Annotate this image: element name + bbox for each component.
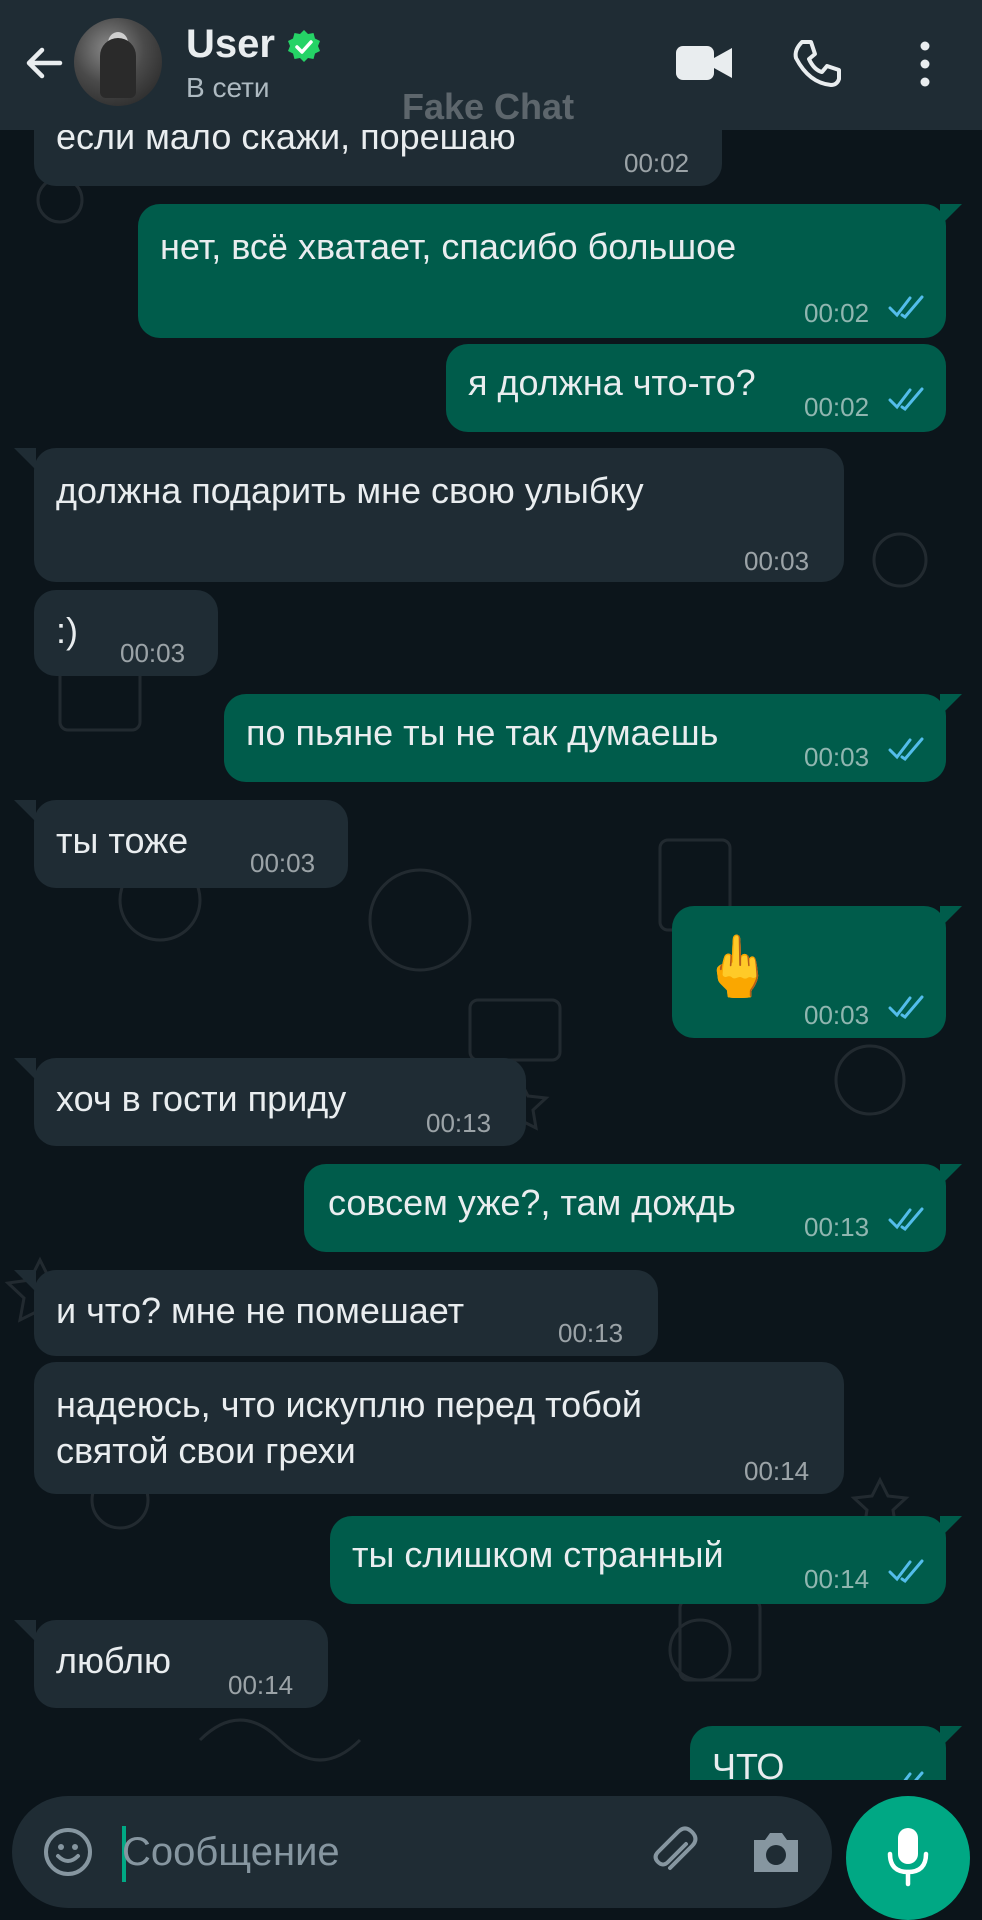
emoji-icon[interactable]	[42, 1826, 94, 1878]
video-call-icon[interactable]	[674, 38, 734, 88]
message-text: я должна что-то?	[468, 362, 756, 403]
message-time: 00:03	[120, 638, 186, 668]
message-text: люблю	[56, 1640, 172, 1681]
message-incoming[interactable]: должна подарить мне свою улыбку 00:03	[34, 448, 844, 582]
message-incoming[interactable]: люблю 00:14	[34, 1620, 328, 1708]
message-text: 🖕	[700, 933, 775, 1000]
message-text: должна подарить мне свою улыбку	[56, 470, 644, 511]
message-text: хоч в гости приду	[56, 1078, 347, 1119]
verified-badge-icon	[288, 30, 320, 62]
arrow-back-icon[interactable]	[18, 38, 68, 88]
message-time: 00:03	[804, 1000, 870, 1030]
message-time: 00:14	[228, 1670, 294, 1700]
message-outgoing[interactable]: нет, всё хватает, спасибо большое 00:02	[138, 204, 946, 338]
bubble-tail	[14, 1058, 36, 1080]
watermark: Fake Chat	[402, 86, 575, 127]
message-input[interactable]: Сообщение	[122, 1830, 340, 1875]
message-incoming[interactable]: надеюсь, что искуплю перед тобой святой …	[34, 1362, 844, 1494]
read-ticks-icon	[888, 737, 924, 761]
message-text: совсем уже?, там дождь	[328, 1182, 736, 1223]
message-composer[interactable]: Сообщение	[12, 1796, 832, 1908]
message-time: 00:02	[624, 148, 690, 178]
bubble-tail	[14, 800, 36, 822]
bubble-tail	[940, 1164, 962, 1186]
bubble-tail	[14, 448, 36, 470]
bubble-tail	[940, 906, 962, 928]
message-time: 00:14	[744, 1456, 810, 1486]
more-vert-icon[interactable]	[910, 38, 940, 90]
microphone-icon	[887, 1828, 929, 1887]
avatar[interactable]	[74, 18, 162, 106]
message-incoming[interactable]: :) 00:03	[34, 590, 218, 676]
message-time: 00:13	[558, 1318, 624, 1348]
bubble-tail	[940, 1726, 962, 1748]
message-time: 00:02	[804, 392, 870, 422]
message-time: 00:02	[804, 298, 870, 328]
read-ticks-icon	[888, 995, 924, 1019]
message-time: 00:03	[744, 546, 810, 576]
message-outgoing[interactable]: я должна что-то? 00:02	[446, 344, 946, 432]
paperclip-icon[interactable]	[648, 1824, 704, 1880]
message-outgoing[interactable]: 🖕 00:03	[672, 906, 946, 1038]
message-outgoing[interactable]: совсем уже?, там дождь 00:13	[304, 1164, 946, 1252]
message-text: и что? мне не помешает	[56, 1290, 465, 1331]
microphone-button[interactable]	[846, 1796, 970, 1920]
read-ticks-icon	[888, 295, 924, 319]
read-ticks-icon	[888, 1559, 924, 1583]
message-time: 00:13	[426, 1108, 492, 1138]
message-time: 00:03	[804, 742, 870, 772]
phone-icon[interactable]	[790, 38, 842, 90]
message-text: по пьяне ты не так думаешь	[246, 712, 719, 753]
bubble-tail	[14, 1270, 36, 1292]
message-text: ты тоже	[56, 820, 189, 861]
bubble-tail	[14, 1620, 36, 1642]
message-outgoing[interactable]: по пьяне ты не так думаешь 00:03	[224, 694, 946, 782]
message-time: 00:13	[804, 1212, 870, 1242]
contact-name[interactable]: User	[186, 22, 275, 67]
camera-icon[interactable]	[748, 1826, 804, 1878]
message-text: нет, всё хватает, спасибо большое	[160, 226, 737, 267]
read-ticks-icon	[888, 387, 924, 411]
message-text: надеюсь, что искуплю перед тобой святой …	[56, 1384, 642, 1471]
contact-status: В сети	[186, 72, 270, 103]
message-text: :)	[56, 610, 78, 651]
message-text: ты слишком странный	[352, 1534, 724, 1575]
message-incoming[interactable]: ты тоже 00:03	[34, 800, 348, 888]
message-incoming[interactable]: и что? мне не помешает 00:13	[34, 1270, 658, 1356]
bubble-tail	[940, 1516, 962, 1538]
message-time: 00:03	[250, 848, 316, 878]
read-ticks-icon	[888, 1207, 924, 1231]
message-incoming[interactable]: хоч в гости приду 00:13	[34, 1058, 526, 1146]
bubble-tail	[940, 694, 962, 716]
bubble-tail	[940, 204, 962, 226]
message-time: 00:14	[804, 1564, 870, 1594]
message-outgoing[interactable]: ты слишком странный 00:14	[330, 1516, 946, 1604]
